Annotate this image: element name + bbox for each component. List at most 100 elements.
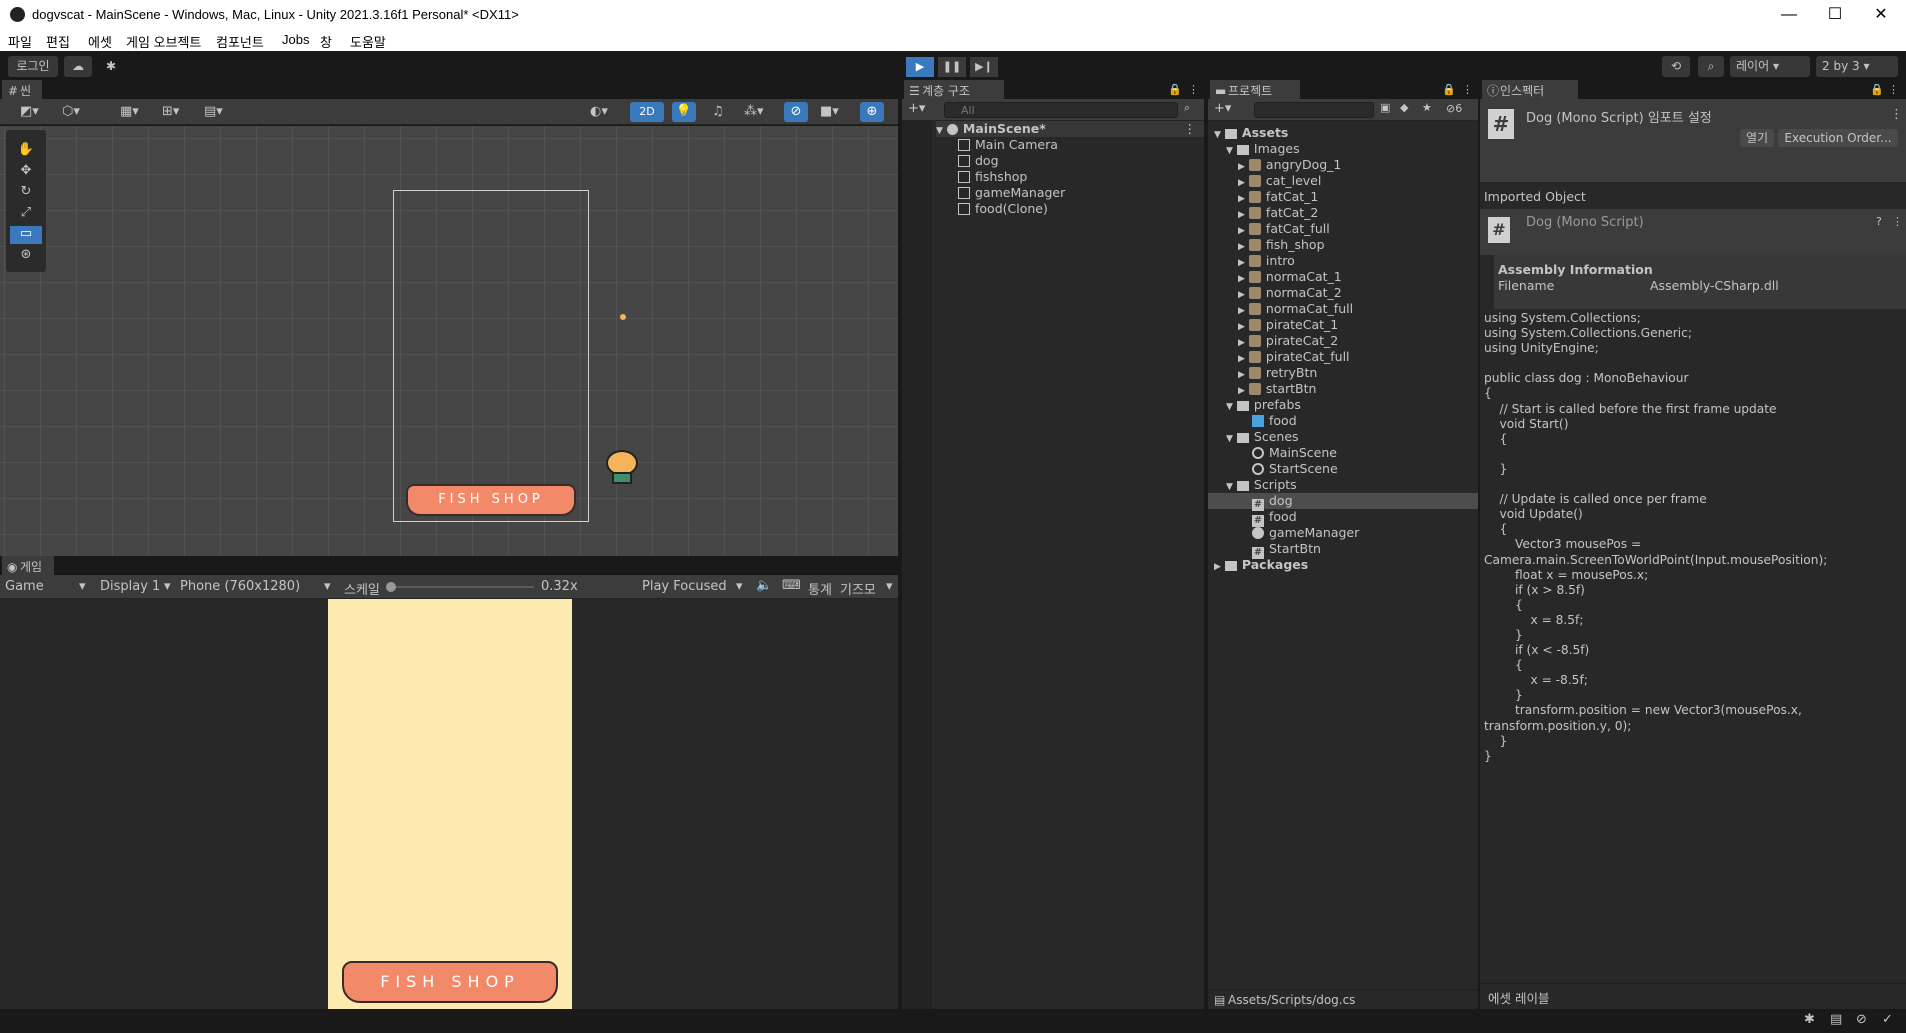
search-icon[interactable]: ⌕ (1698, 56, 1724, 77)
asset-row[interactable]: ▶ fatCat_1 (1238, 189, 1318, 205)
stats-button[interactable]: 통계 (808, 579, 832, 598)
scene-fishshop-sign[interactable]: FISH SHOP (406, 484, 576, 516)
game-view-dropdown[interactable]: Game ▾ (5, 579, 89, 594)
expand-arrow-icon[interactable]: ▶ (1238, 242, 1245, 252)
open-button[interactable]: 열기 (1740, 129, 1774, 147)
asset-row[interactable]: # StartBtn (1252, 541, 1321, 559)
asset-row[interactable]: ▶ angryDog_1 (1238, 157, 1341, 173)
expand-arrow-icon[interactable]: ▼ (936, 126, 943, 136)
transform-tool-icon[interactable]: ⊛ (10, 247, 42, 265)
menu-file[interactable]: 파일 (8, 32, 32, 51)
menu-assets[interactable]: 에셋 (88, 32, 112, 51)
display-dropdown[interactable]: Display 1 ▾ (100, 579, 174, 594)
gizmos-dropdown-icon[interactable]: ▾ (886, 579, 893, 594)
expand-arrow-icon[interactable]: ▶ (1238, 386, 1245, 396)
audio-icon[interactable]: ♫ (712, 104, 724, 119)
increment-snap-icon[interactable]: ▤▾ (204, 104, 223, 119)
dog-sprite[interactable] (600, 444, 644, 484)
asset-row[interactable]: ▶ normaCat_1 (1238, 269, 1342, 285)
expand-arrow-icon[interactable]: ▶ (1238, 354, 1245, 364)
hierarchy-item[interactable]: fishshop (958, 169, 1027, 185)
expand-arrow-icon[interactable]: ▶ (1238, 290, 1245, 300)
folder-row-scripts[interactable]: ▼ Scripts (1226, 477, 1297, 493)
history-icon[interactable]: ⟲ (1662, 56, 1690, 77)
asset-row[interactable]: ▶ pirateCat_1 (1238, 317, 1338, 333)
asset-row[interactable]: # food (1252, 509, 1297, 527)
lock-icon[interactable]: 🔒 (1168, 83, 1182, 96)
create-icon[interactable]: +▾ (908, 101, 925, 116)
expand-arrow-icon[interactable]: ▶ (1238, 258, 1245, 268)
menu-jobs[interactable]: Jobs (282, 32, 309, 47)
draw-mode-icon[interactable]: ◩▾ (20, 104, 39, 119)
resolution-dropdown[interactable]: Phone (760x1280) ▾ (180, 579, 332, 594)
maximize-button[interactable]: ☐ (1812, 0, 1858, 30)
more-icon[interactable]: ⋮ (1188, 83, 1199, 96)
help-icon[interactable]: ? (1876, 215, 1882, 228)
asset-row[interactable]: gameManager (1252, 525, 1359, 541)
expand-arrow-icon[interactable]: ▼ (1226, 434, 1233, 444)
scene-menu-icon[interactable]: ⋮ (1184, 121, 1197, 137)
expand-arrow-icon[interactable]: ▼ (1214, 130, 1221, 140)
menu-window[interactable]: 창 (320, 32, 332, 51)
hidden-packages-icon[interactable]: ⊘6 (1446, 102, 1462, 115)
asset-row[interactable]: ▶ startBtn (1238, 381, 1316, 397)
move-tool-icon[interactable]: ✥ (10, 163, 42, 181)
gizmos-button[interactable]: 기즈모 (840, 579, 876, 598)
menu-gameobject[interactable]: 게임 오브젝트 (126, 32, 201, 51)
hierarchy-search-input[interactable] (944, 102, 1178, 118)
step-button[interactable]: ▶❙ (970, 57, 998, 77)
rect-tool-icon[interactable]: ▭ (10, 226, 42, 244)
cloud-icon[interactable]: ☁ (64, 56, 92, 77)
collab-icon[interactable]: ✱ (98, 56, 124, 77)
scale-slider[interactable] (388, 586, 534, 588)
shading-icon[interactable]: ◐▾ (590, 104, 608, 119)
debug-icon[interactable]: ✱ (1804, 1012, 1815, 1027)
auto-generate-icon[interactable]: ⊘ (1856, 1012, 1867, 1027)
more-icon[interactable]: ⋮ (1462, 83, 1473, 96)
lock-icon[interactable]: 🔒 (1442, 83, 1456, 96)
more-icon[interactable]: ⋮ (1888, 83, 1899, 96)
folder-row-packages[interactable]: ▶ Packages (1214, 557, 1308, 573)
hidden-objects-icon[interactable]: ⊘ (784, 102, 808, 122)
menu-edit[interactable]: 편집 (46, 32, 70, 51)
pause-button[interactable]: ❚❚ (938, 57, 966, 77)
grid-toggle-icon[interactable]: ▦▾ (120, 104, 139, 119)
expand-arrow-icon[interactable]: ▶ (1238, 306, 1245, 316)
hierarchy-item[interactable]: gameManager (958, 185, 1065, 201)
folder-row-assets[interactable]: ▼ Assets (1214, 125, 1288, 141)
expand-arrow-icon[interactable]: ▶ (1238, 274, 1245, 284)
play-button[interactable]: ▶ (906, 57, 934, 77)
asset-row[interactable]: ▶ intro (1238, 253, 1295, 269)
render-mode-icon[interactable]: ⬡▾ (62, 104, 80, 119)
hand-tool-icon[interactable]: ✋ (10, 142, 42, 160)
hierarchy-item[interactable]: Main Camera (958, 137, 1058, 153)
lighting-icon[interactable]: 💡 (672, 102, 696, 122)
folder-row-images[interactable]: ▼ Images (1226, 141, 1300, 157)
menu-help[interactable]: 도움말 (350, 32, 386, 51)
asset-row[interactable]: ▶ cat_level (1238, 173, 1321, 189)
expand-arrow-icon[interactable]: ▼ (1226, 146, 1233, 156)
asset-row[interactable]: ▶ pirateCat_full (1238, 349, 1350, 365)
expand-arrow-icon[interactable]: ▶ (1238, 226, 1245, 236)
login-button[interactable]: 로그인 (8, 56, 58, 77)
camera-icon[interactable]: ■▾ (820, 104, 839, 119)
expand-arrow-icon[interactable]: ▶ (1238, 370, 1245, 380)
expand-arrow-icon[interactable]: ▶ (1238, 210, 1245, 220)
scene-root-row[interactable]: ▼ MainScene* ⋮ (936, 121, 1204, 137)
search-by-label-icon[interactable]: ◆ (1400, 101, 1408, 114)
asset-row[interactable]: ▶ fatCat_full (1238, 221, 1330, 237)
expand-arrow-icon[interactable]: ▶ (1238, 162, 1245, 172)
expand-arrow-icon[interactable]: ▶ (1214, 562, 1221, 572)
search-mode-icon[interactable]: ⌕ (1184, 101, 1190, 115)
check-icon[interactable]: ✓ (1882, 1012, 1893, 1027)
keyboard-icon[interactable]: ⌨ (782, 578, 801, 593)
asset-row[interactable]: ▶ fatCat_2 (1238, 205, 1318, 221)
scale-tool-icon[interactable]: ⤢ (10, 205, 42, 223)
scale-slider-handle[interactable] (386, 582, 396, 592)
favorite-icon[interactable]: ★ (1422, 101, 1432, 114)
expand-arrow-icon[interactable]: ▼ (1226, 482, 1233, 492)
2d-toggle[interactable]: 2D (630, 102, 664, 122)
expand-arrow-icon[interactable]: ▶ (1238, 178, 1245, 188)
play-focused-dropdown[interactable]: Play Focused ▾ (642, 579, 746, 594)
asset-row[interactable]: StartScene (1252, 461, 1338, 477)
